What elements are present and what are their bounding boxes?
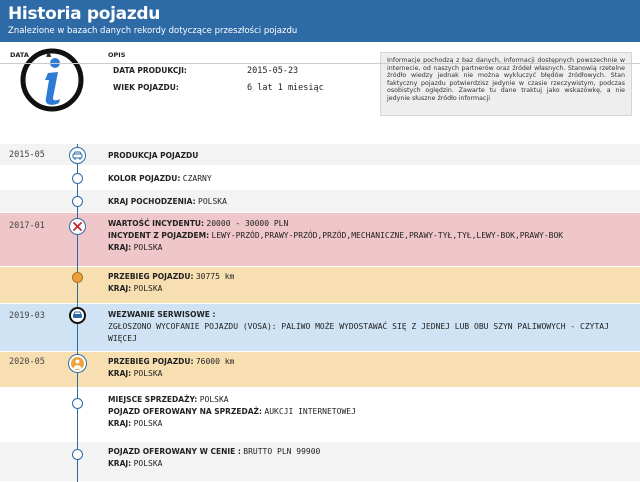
entry-label: POJAZD OFEROWANY NA SPRZEDAŻ: bbox=[108, 407, 262, 416]
timeline-dot bbox=[72, 449, 83, 460]
page-header: Historia pojazdu Znalezione w bazach dan… bbox=[0, 0, 640, 42]
entry-value: 76000 km bbox=[195, 357, 235, 366]
entry-value: BRUTTO PLN 99900 bbox=[243, 447, 321, 456]
person-icon bbox=[69, 355, 86, 372]
entry-date: 2015-05 bbox=[9, 150, 45, 160]
column-date-header[interactable]: DATA bbox=[10, 51, 29, 59]
production-date-value: 2015-05-23 bbox=[247, 66, 299, 76]
timeline-dot bbox=[72, 173, 83, 184]
car-front-icon bbox=[69, 147, 86, 164]
entry-value: AUKCJI INTERNETOWEJ bbox=[264, 407, 356, 416]
timeline-entry-origin: KRAJ POCHODZENIA: POLSKA bbox=[0, 190, 640, 213]
entry-value: 30775 km bbox=[195, 272, 235, 281]
entry-label: KRAJ: bbox=[108, 419, 132, 428]
sort-up-icon[interactable]: ▲ bbox=[46, 50, 51, 58]
vehicle-age-value: 6 lat 1 miesiąc bbox=[247, 83, 324, 93]
entry-label: WEZWANIE SERWISOWE : bbox=[108, 310, 216, 319]
entry-label: MIEJSCE SPRZEDAŻY: bbox=[108, 395, 198, 404]
vehicle-age-label: WIEK POJAZDU: bbox=[113, 83, 179, 92]
entry-value: POLSKA bbox=[133, 243, 163, 252]
timeline-entry-sale: MIEJSCE SPRZEDAŻY: POLSKA POJAZD OFEROWA… bbox=[0, 388, 640, 442]
entry-value: POLSKA bbox=[133, 419, 163, 428]
entry-value: 20000 - 30000 PLN bbox=[206, 219, 289, 228]
entry-value: CZARNY bbox=[182, 174, 212, 183]
timeline-entry-color: KOLOR POJAZDU: CZARNY bbox=[0, 166, 640, 190]
entry-label: KRAJ POCHODZENIA: bbox=[108, 197, 196, 206]
entry-label: PRZEBIEG POJAZDU: bbox=[108, 357, 194, 366]
recall-text[interactable]: ZGŁOSZONO WYCOFANIE POJAZDU (VOSA): PALI… bbox=[108, 321, 634, 345]
timeline-entry-recall: 2019-03 WEZWANIE SERWISOWE : ZGŁOSZONO W… bbox=[0, 304, 640, 352]
vehicle-meta: DATA PRODUKCJI: 2015-05-23 WIEK POJAZDU:… bbox=[113, 66, 324, 100]
tools-icon bbox=[69, 218, 86, 235]
entry-label: KRAJ: bbox=[108, 459, 132, 468]
column-description-header: OPIS bbox=[108, 51, 126, 59]
entry-value: POLSKA bbox=[133, 369, 163, 378]
timeline-entry-mileage: PRZEBIEG POJAZDU: 30775 km KRAJ: POLSKA bbox=[0, 267, 640, 304]
entry-label: KOLOR POJAZDU: bbox=[108, 174, 181, 183]
entry-label: INCYDENT Z POJAZDEM: bbox=[108, 231, 210, 240]
entry-date: 2017-01 bbox=[9, 221, 45, 231]
entry-label: PRZEBIEG POJAZDU: bbox=[108, 272, 194, 281]
car-service-icon bbox=[69, 307, 86, 324]
entry-label: KRAJ: bbox=[108, 284, 132, 293]
timeline-entry-production: 2015-05 PRODUKCJA POJAZDU bbox=[0, 144, 640, 166]
entry-label: KRAJ: bbox=[108, 369, 132, 378]
timeline-dot bbox=[72, 398, 83, 409]
table-header: DATA ▲ OPIS bbox=[0, 48, 640, 64]
entry-value: POLSKA bbox=[133, 459, 163, 468]
entry-date: 2020-05 bbox=[9, 357, 45, 367]
entry-date: 2019-03 bbox=[9, 311, 45, 321]
entry-value: LEWY-PRZÓD,PRAWY-PRZÓD,PRZÓD,MECHANICZNE… bbox=[211, 231, 564, 240]
timeline-dot bbox=[72, 272, 83, 283]
production-date-label: DATA PRODUKCJI: bbox=[113, 66, 187, 75]
entry-value: POLSKA bbox=[198, 197, 227, 206]
entry-value: POLSKA bbox=[133, 284, 163, 293]
page-title: Historia pojazdu bbox=[8, 4, 161, 24]
timeline-entry-incident: 2017-01 WARTOŚĆ INCYDENTU: 20000 - 30000… bbox=[0, 213, 640, 267]
timeline-dot bbox=[72, 196, 83, 207]
timeline-entry-price: POJAZD OFEROWANY W CENIE : BRUTTO PLN 99… bbox=[0, 442, 640, 482]
entry-label: KRAJ: bbox=[108, 243, 132, 252]
entry-label: POJAZD OFEROWANY W CENIE : bbox=[108, 447, 241, 456]
entry-label: PRODUKCJA POJAZDU bbox=[108, 151, 199, 160]
entry-value: POLSKA bbox=[199, 395, 229, 404]
page-subtitle: Znalezione w bazach danych rekordy dotyc… bbox=[8, 26, 298, 36]
timeline-entry-mileage-2020: 2020-05 PRZEBIEG POJAZDU: 76000 km KRAJ:… bbox=[0, 352, 640, 388]
entry-label: WARTOŚĆ INCYDENTU: bbox=[108, 219, 205, 228]
history-timeline: 2015-05 PRODUKCJA POJAZDU KOLOR POJAZDU:… bbox=[0, 144, 640, 482]
